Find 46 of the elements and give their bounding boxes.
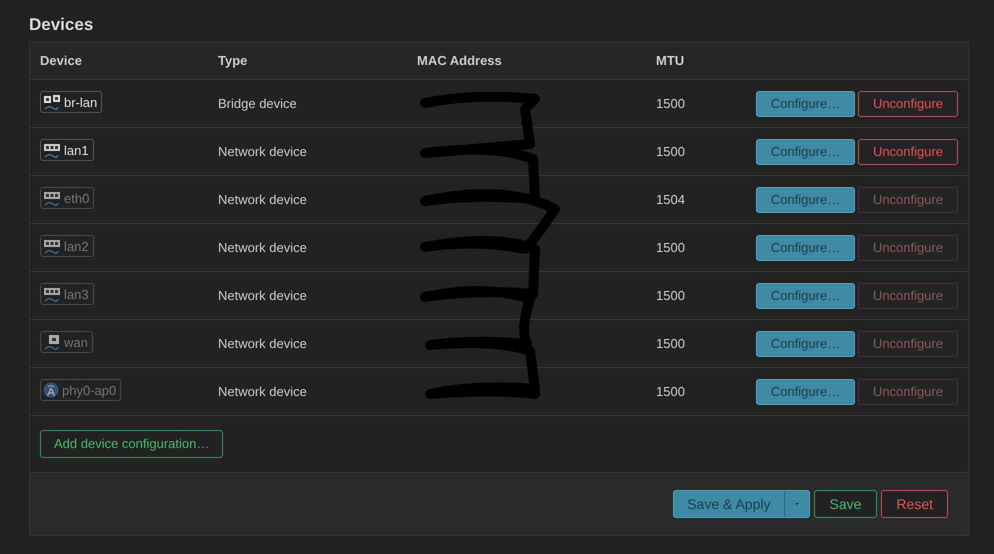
column-header: Type — [218, 53, 248, 68]
network-port-icon — [43, 334, 61, 350]
device-badge: lan2 — [40, 235, 94, 258]
antenna-icon — [43, 382, 59, 398]
device-badge: wan — [40, 331, 93, 354]
mtu-cell: 1504 — [656, 192, 685, 207]
type-cell: Network device — [218, 192, 307, 207]
mtu-cell: 1500 — [656, 288, 685, 303]
column-header: Device — [40, 53, 82, 68]
ethernet-port-icon — [43, 238, 61, 254]
unconfigure-button[interactable]: Unconfigure — [858, 90, 958, 116]
device-badge: lan3 — [40, 283, 94, 306]
type-cell: Network device — [218, 384, 307, 399]
type-cell: Network device — [218, 336, 307, 351]
unconfigure-button[interactable]: Unconfigure — [858, 138, 958, 164]
configure-button[interactable]: Configure… — [756, 186, 855, 212]
ethernet-port-icon — [43, 142, 61, 158]
save-button[interactable]: Save — [814, 490, 878, 518]
save-apply-button[interactable]: Save & Apply — [673, 490, 810, 518]
type-cell: Network device — [218, 240, 307, 255]
type-cell: Network device — [218, 144, 307, 159]
ethernet-port-icon — [43, 190, 61, 206]
device-badge: phy0-ap0 — [40, 379, 122, 402]
configure-button[interactable]: Configure… — [756, 282, 855, 308]
device-badge: br-lan — [40, 91, 102, 114]
configure-button[interactable]: Configure… — [756, 378, 855, 404]
configure-button[interactable]: Configure… — [756, 330, 855, 356]
reset-button[interactable]: Reset — [881, 490, 948, 518]
configure-button[interactable]: Configure… — [756, 138, 855, 164]
add-device-button[interactable]: Add device configuration… — [40, 430, 224, 458]
device-badge: eth0 — [40, 187, 94, 210]
mtu-cell: 1500 — [656, 336, 685, 351]
ethernet-port-icon — [43, 286, 61, 302]
type-cell: Network device — [218, 288, 307, 303]
mtu-cell: 1500 — [656, 96, 685, 111]
column-header: MTU — [656, 53, 684, 68]
device-badge: lan1 — [40, 139, 94, 162]
bridge-icon — [43, 94, 61, 110]
configure-button[interactable]: Configure… — [756, 234, 855, 260]
mtu-cell: 1500 — [656, 384, 685, 399]
section-title: Devices — [29, 14, 94, 36]
configure-button[interactable]: Configure… — [756, 90, 855, 116]
mtu-cell: 1500 — [656, 144, 685, 159]
type-cell: Bridge device — [218, 96, 297, 111]
mtu-cell: 1500 — [656, 240, 685, 255]
column-header: MAC Address — [417, 53, 502, 68]
